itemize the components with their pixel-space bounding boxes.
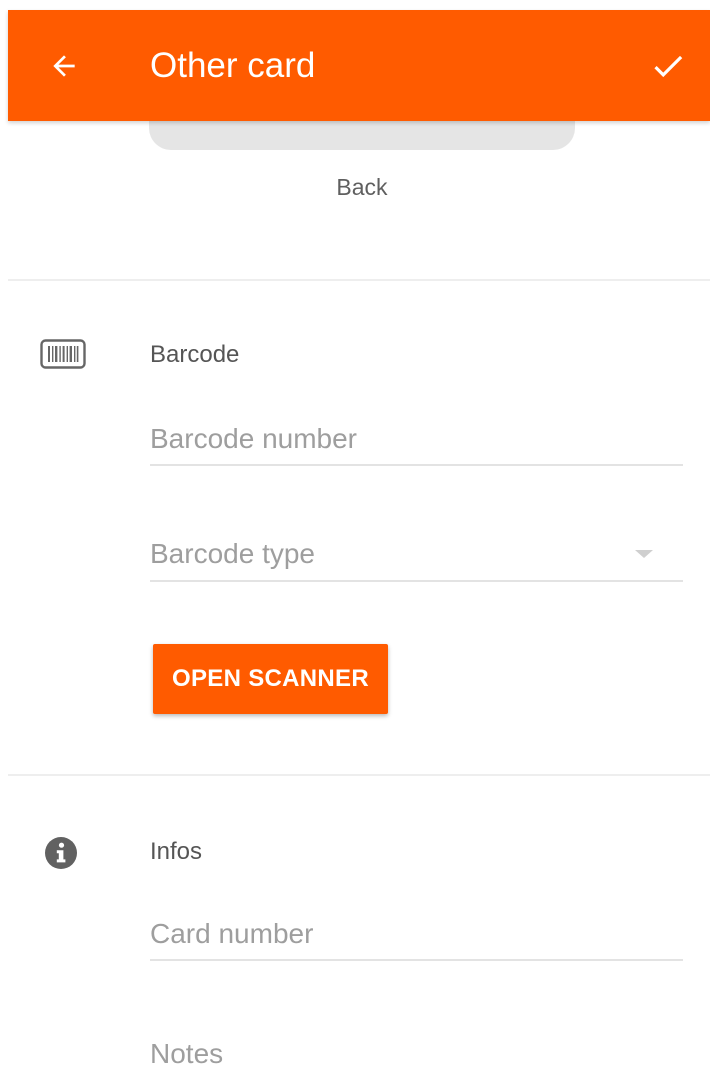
card-number-input[interactable]	[150, 911, 683, 957]
app-bar: Other card	[8, 10, 710, 121]
barcode-type-placeholder: Barcode type	[150, 538, 315, 569]
check-icon	[654, 55, 683, 78]
notes-input[interactable]	[150, 1031, 683, 1077]
barcode-number-field[interactable]	[150, 416, 683, 466]
card-back-label: Back	[336, 174, 388, 200]
dropdown-arrow-icon	[635, 550, 653, 558]
open-scanner-button[interactable]: OPEN SCANNER	[153, 644, 388, 714]
arrow-back-icon	[53, 55, 75, 77]
info-icon	[44, 836, 78, 870]
barcode-number-input[interactable]	[150, 416, 683, 462]
back-button[interactable]	[42, 44, 86, 88]
section-divider	[8, 774, 710, 776]
save-button[interactable]	[644, 44, 692, 88]
page-title: Other card	[150, 46, 316, 85]
edit-card-screen: Back Other card Barcode Barcode number B…	[0, 0, 710, 1079]
section-divider	[8, 279, 710, 281]
barcode-icon	[40, 339, 86, 369]
barcode-type-select[interactable]: Barcode type	[150, 532, 683, 582]
barcode-section-title: Barcode	[150, 341, 240, 368]
infos-section-title: Infos	[150, 838, 203, 865]
notes-field[interactable]	[150, 1031, 683, 1079]
card-number-field[interactable]	[150, 911, 683, 961]
